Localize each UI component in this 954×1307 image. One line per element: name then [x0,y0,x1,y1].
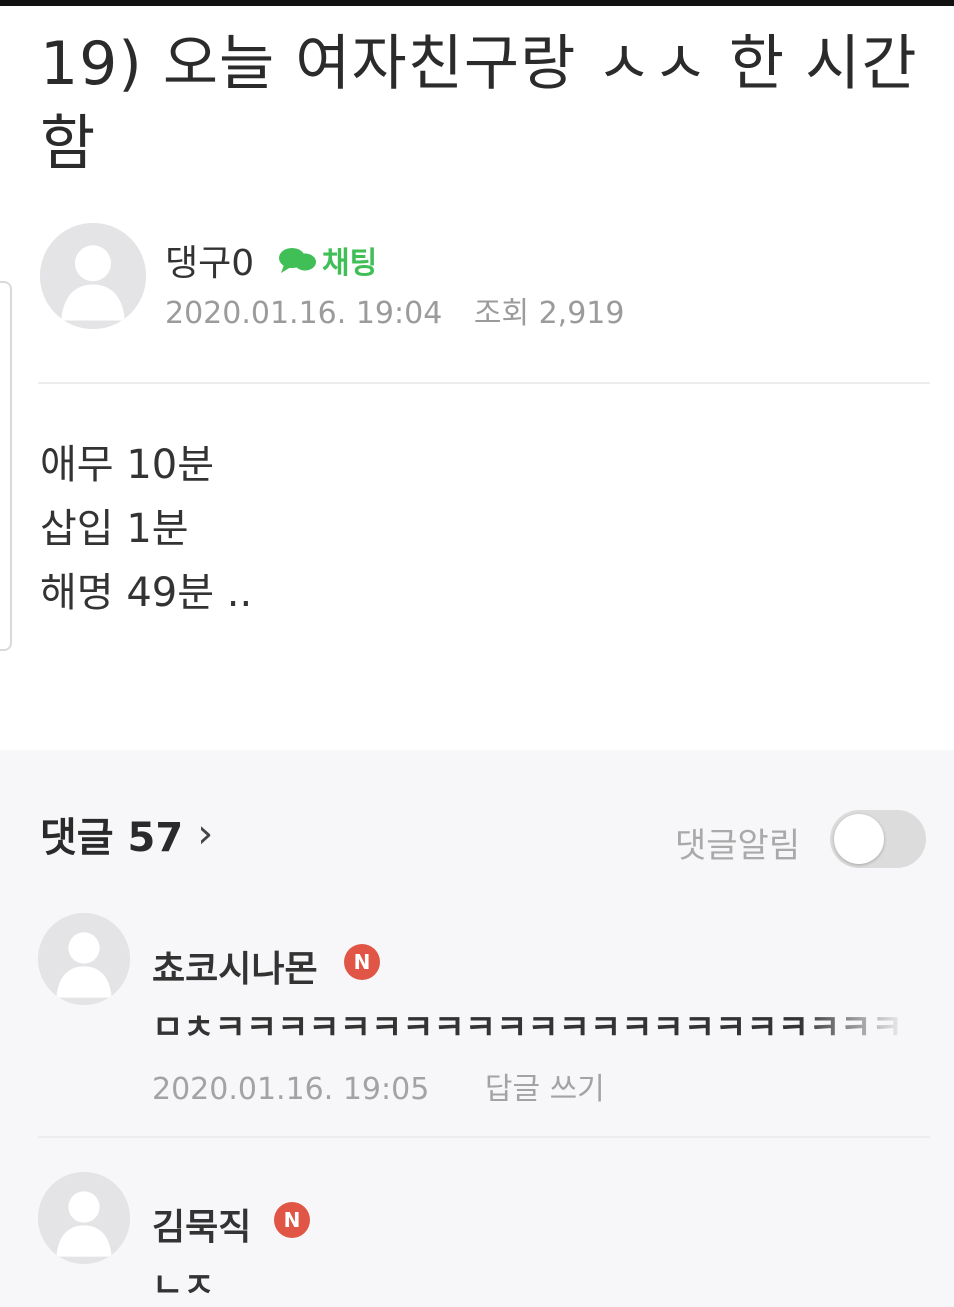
commenter-avatar-icon[interactable] [38,913,130,1005]
side-scroll-edge [0,281,12,651]
author-avatar-icon[interactable] [40,223,146,329]
comments-header[interactable]: 댓글 57 › [40,805,213,863]
comments-count: 댓글 57 [40,815,184,861]
comment-meta: 2020.01.16. 19:05 답글 쓰기 [152,1064,651,1108]
comment-date: 2020.01.16. 19:05 [152,1072,430,1107]
reply-button[interactable]: 답글 쓰기 [485,1072,605,1107]
comment-text: ㅁㅊㅋㅋㅋㅋㅋㅋㅋㅋㅋㅋㅋㅋㅋㅋㅋㅋㅋㅋㅋㅋㅋㅋㅋㅋ [152,1008,912,1048]
naver-badge-icon: N [274,1202,310,1238]
post-meta: 2020.01.16. 19:04 조회 2,919 [165,288,646,332]
commenter-avatar-icon[interactable] [38,1172,130,1264]
toggle-knob [834,814,884,864]
comment-text: ㄴㅈ [152,1266,215,1306]
post-title: 19) 오늘 여자친구랑 ㅅㅅ 한 시간 함 [40,29,918,179]
header-divider [38,382,930,384]
chat-label: 채팅 [322,246,378,281]
post-views: 조회 2,919 [473,296,625,331]
author-name[interactable]: 댕구0 [165,234,254,286]
post-container: 19) 오늘 여자친구랑 ㅅㅅ 한 시간 함 댕구0 채팅 2020.01.16… [0,6,954,750]
text-fade-overlay [800,1000,954,1050]
naver-badge-icon: N [344,944,380,980]
chevron-right-icon: › [197,811,214,857]
post-body-line: 해명 49분 .. [40,570,253,616]
commenter-name[interactable]: 김묵직 [152,1198,251,1250]
comment-notify-label: 댓글알림 [675,826,801,866]
comment-notify-toggle[interactable] [830,810,926,868]
post-date: 2020.01.16. 19:04 [165,296,443,331]
chat-button[interactable]: 채팅 [278,238,377,282]
commenter-name[interactable]: 쵸코시나몬 [152,940,318,992]
post-body-line: 삽입 1분 [40,506,189,552]
chat-bubble-icon [279,248,316,273]
post-body-line: 애무 10분 [40,442,215,488]
comment-divider [38,1136,930,1138]
